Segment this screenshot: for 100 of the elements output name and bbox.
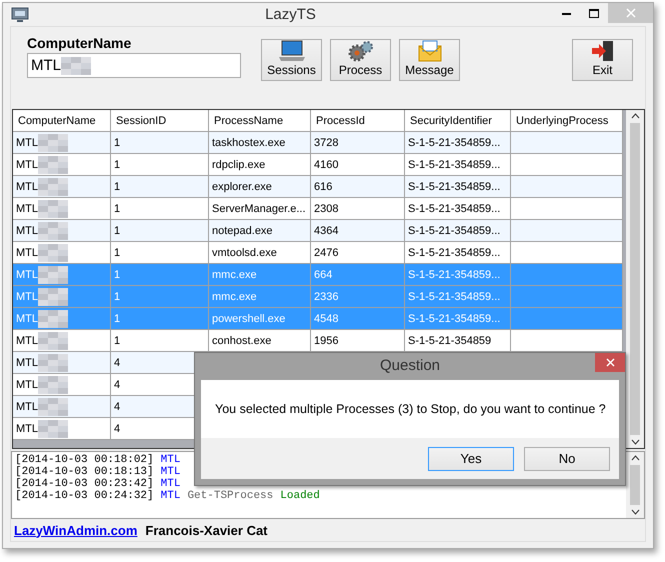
gears-icon (348, 40, 374, 62)
table-cell: mmc.exe (209, 286, 311, 308)
table-cell: 4160 (311, 154, 405, 176)
window-title: LazyTS (264, 6, 317, 23)
table-cell: 4364 (311, 220, 405, 242)
log-host: MTL (160, 466, 180, 478)
computer-name-label: ComputerName (27, 35, 132, 51)
table-cell: 1 (111, 264, 209, 286)
table-cell: MTL (13, 154, 111, 176)
exit-button[interactable]: Exit (572, 39, 633, 81)
redaction-mosaic (38, 376, 68, 394)
table-cell: MTL (13, 330, 111, 352)
table-cell: S-1-5-21-354859... (405, 286, 511, 308)
table-cell: taskhostex.exe (209, 132, 311, 154)
column-header[interactable]: ComputerName (13, 110, 111, 132)
column-header[interactable]: SessionID (111, 110, 209, 132)
table-cell: rdpclip.exe (209, 154, 311, 176)
table-cell: MTL (13, 396, 111, 418)
table-cell: S-1-5-21-354859... (405, 220, 511, 242)
table-cell: mmc.exe (209, 264, 311, 286)
table-cell: MTL (13, 220, 111, 242)
dialog-button[interactable]: No (524, 446, 610, 470)
log-status: Loaded (280, 490, 320, 502)
redaction-mosaic (38, 178, 68, 196)
maximize-icon (589, 8, 599, 18)
table-cell: MTL (13, 418, 111, 440)
computer-name-field[interactable]: MTL (27, 53, 241, 78)
table-cell: S-1-5-21-354859... (405, 242, 511, 264)
close-icon (626, 8, 636, 18)
log-timestamp: [2014-10-03 00:18:13] (15, 466, 154, 478)
process-button[interactable]: Process (330, 39, 391, 81)
table-cell: 2336 (311, 286, 405, 308)
log-timestamp: [2014-10-03 00:18:02] (15, 454, 154, 466)
redaction-mosaic (38, 244, 68, 262)
table-cell: notepad.exe (209, 220, 311, 242)
envelope-icon (416, 40, 442, 62)
redaction-mosaic (38, 156, 68, 174)
column-header[interactable]: ProcessName (209, 110, 311, 132)
table-cell: 1 (111, 308, 209, 330)
author-name: Francois-Xavier Cat (145, 522, 268, 538)
dialog-button[interactable]: Yes (428, 446, 514, 470)
message-button[interactable]: Message (399, 39, 460, 81)
dialog-message: You selected multiple Processes (3) to Stop, do you want to continue ? (214, 401, 607, 418)
redaction-mosaic (38, 310, 68, 328)
scroll-down-icon[interactable] (630, 509, 640, 515)
dialog-close-button[interactable] (595, 353, 625, 372)
table-cell: 4548 (311, 308, 405, 330)
redaction-mosaic (38, 398, 68, 416)
redaction-mosaic (38, 266, 68, 284)
scroll-up-icon[interactable] (630, 455, 640, 461)
table-cell: S-1-5-21-354859... (405, 132, 511, 154)
table-cell: S-1-5-21-354859 (405, 330, 511, 352)
table-cell: explorer.exe (209, 176, 311, 198)
table-cell: MTL (13, 242, 111, 264)
redaction-mosaic (61, 56, 91, 74)
log-host: MTL (160, 454, 180, 466)
column-header[interactable]: SecurityIdentifier (405, 110, 511, 132)
redaction-mosaic (38, 354, 68, 372)
table-cell: 616 (311, 176, 405, 198)
table-cell: 1956 (311, 330, 405, 352)
table-cell: 1 (111, 286, 209, 308)
sessions-button[interactable]: Sessions (261, 39, 322, 81)
table-cell: ServerManager.e... (209, 198, 311, 220)
vertical-scrollbar[interactable] (626, 110, 644, 448)
log-host: MTL (160, 490, 180, 502)
table-cell: S-1-5-21-354859... (405, 264, 511, 286)
table-cell: S-1-5-21-354859... (405, 198, 511, 220)
redaction-mosaic (38, 222, 68, 240)
scroll-down-icon[interactable] (630, 439, 640, 445)
table-cell: S-1-5-21-354859... (405, 154, 511, 176)
minimize-icon (562, 12, 570, 14)
redaction-mosaic (38, 420, 68, 438)
log-timestamp: [2014-10-03 00:23:42] (15, 478, 154, 490)
app-icon (11, 6, 29, 22)
log-timestamp: [2014-10-03 00:24:32] (15, 490, 154, 502)
log-host: MTL (160, 478, 180, 490)
redaction-mosaic (38, 134, 68, 152)
table-cell: MTL (13, 374, 111, 396)
log-scrollbar[interactable] (626, 452, 644, 518)
table-cell: 1 (111, 132, 209, 154)
table-cell: 3728 (311, 132, 405, 154)
table-cell: 1 (111, 220, 209, 242)
column-header[interactable]: UnderlyingProcess (511, 110, 623, 132)
column-header[interactable]: ProcessId (311, 110, 405, 132)
table-cell: MTL (13, 264, 111, 286)
scroll-up-icon[interactable] (630, 113, 640, 119)
table-cell: MTL (13, 352, 111, 374)
table-cell: MTL (13, 308, 111, 330)
table-cell: 1 (111, 242, 209, 264)
redaction-mosaic (38, 200, 68, 218)
table-cell: conhost.exe (209, 330, 311, 352)
website-link[interactable]: LazyWinAdmin.com (14, 522, 138, 538)
table-cell: 1 (111, 198, 209, 220)
table-cell: MTL (13, 132, 111, 154)
exit-door-icon (590, 40, 616, 62)
table-cell: vmtoolsd.exe (209, 242, 311, 264)
table-cell: MTL (13, 176, 111, 198)
table-cell: S-1-5-21-354859... (405, 308, 511, 330)
table-cell: 1 (111, 154, 209, 176)
table-cell: MTL (13, 286, 111, 308)
